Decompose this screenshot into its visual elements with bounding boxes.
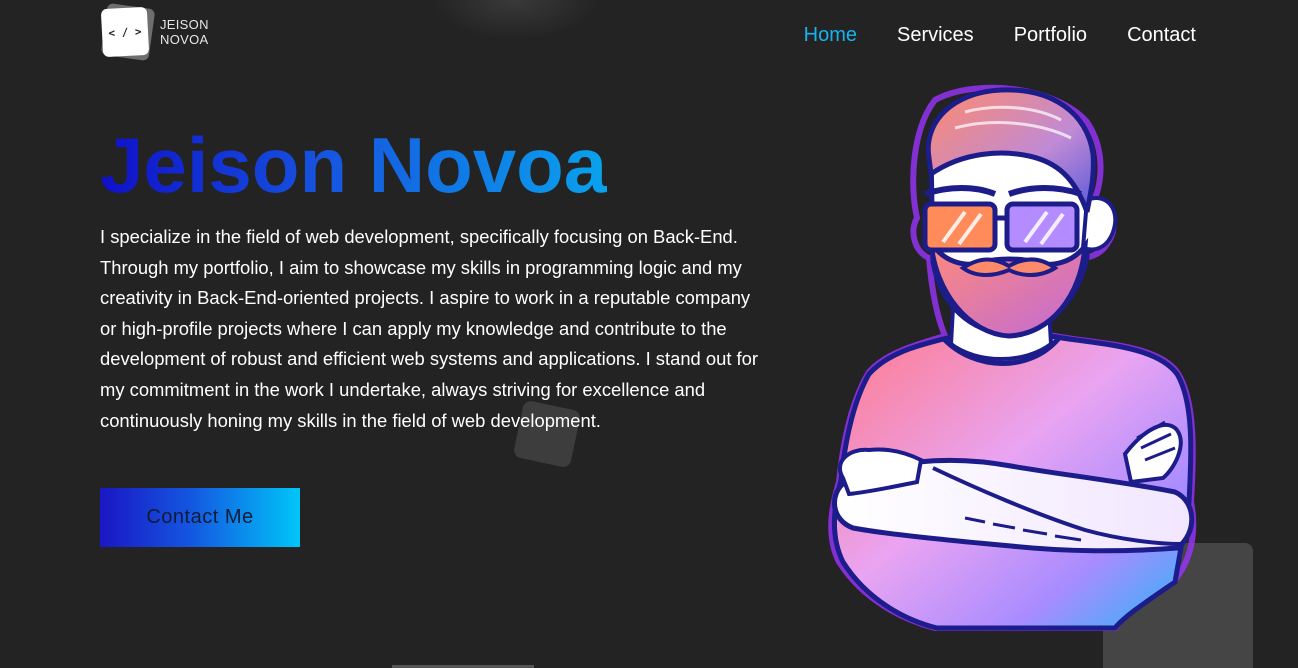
nav-link-contact[interactable]: Contact <box>1127 24 1196 47</box>
nav-link-portfolio[interactable]: Portfolio <box>1014 24 1087 47</box>
logo-mark-text: < / > <box>100 6 150 58</box>
main-nav: Home Services Portfolio Contact <box>804 24 1196 47</box>
nav-link-services[interactable]: Services <box>897 24 974 47</box>
hero-description: I specialize in the field of web develop… <box>100 226 759 431</box>
page: < / > JEISON NOVOA Home Services Portfol… <box>0 0 1298 668</box>
hero-title: Jeison Novoa <box>100 121 608 209</box>
bearded-developer-avatar-illustration <box>828 84 1197 631</box>
logo-line-1: JEISON <box>160 17 209 32</box>
logo-text: JEISON NOVOA <box>160 17 209 47</box>
logo-line-2: NOVOA <box>160 32 209 47</box>
logo-code-icon: < / > <box>100 2 156 62</box>
nav-link-home[interactable]: Home <box>804 24 857 47</box>
background-glow <box>430 0 600 40</box>
logo[interactable]: < / > JEISON NOVOA <box>100 2 209 62</box>
contact-me-button[interactable]: Contact Me <box>100 488 300 547</box>
